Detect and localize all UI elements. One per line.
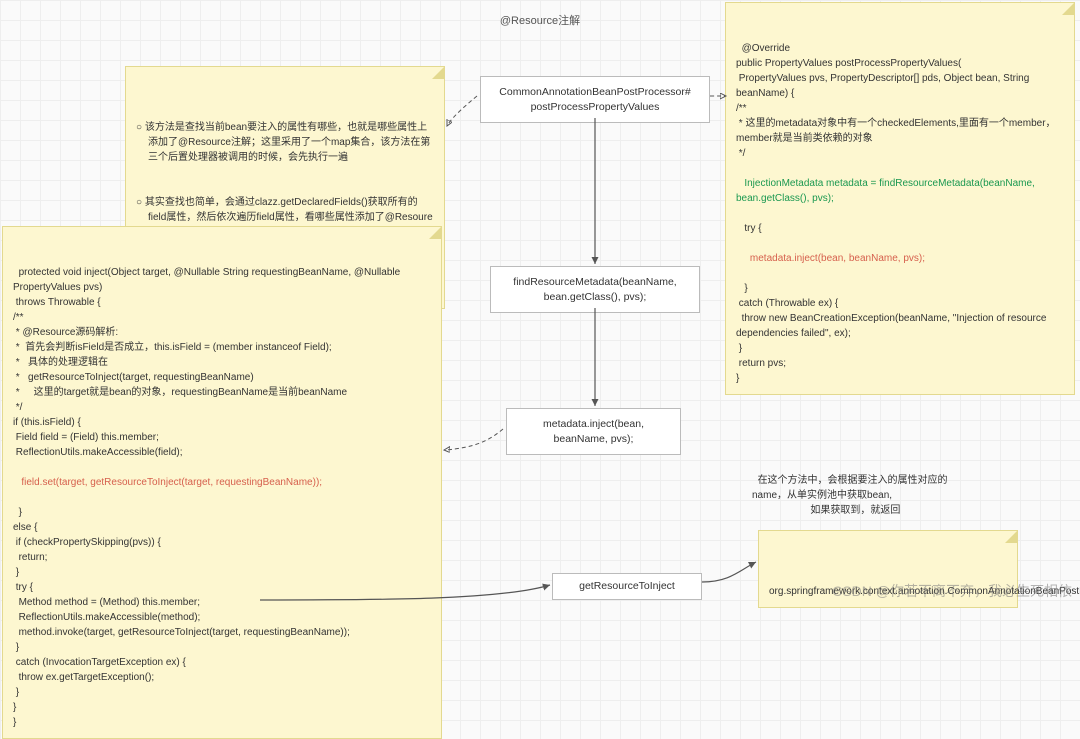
note-corner-icon — [1062, 3, 1074, 15]
node-postprocess: CommonAnnotationBeanPostProcessor# postP… — [480, 76, 710, 123]
node-label: metadata.inject(bean, beanName, pvs); — [543, 418, 644, 445]
node-findmetadata: findResourceMetadata(beanName, bean.getC… — [490, 266, 700, 313]
note-text-highlight: metadata.inject(bean, beanName, pvs); — [742, 253, 925, 264]
node-inject: metadata.inject(bean, beanName, pvs); — [506, 408, 681, 455]
note-right-mid: 在这个方法中，会根据要注入的属性对应的name，从单实例池中获取bean, 如果… — [742, 450, 987, 526]
note-text-highlight: InjectionMetadata metadata = findResourc… — [736, 178, 1038, 204]
node-getresource: getResourceToInject — [552, 573, 702, 600]
node-label: CommonAnnotationBeanPostProcessor# postP… — [499, 86, 690, 113]
note-corner-icon — [429, 227, 441, 239]
node-label: findResourceMetadata(beanName, bean.getC… — [513, 276, 676, 303]
node-label: getResourceToInject — [579, 580, 675, 592]
note-text: 在这个方法中，会根据要注入的属性对应的name，从单实例池中获取bean, 如果… — [752, 475, 948, 516]
watermark: CSDN @你若不离不弃，我必生死相依 — [832, 581, 1072, 601]
note-corner-icon — [1005, 531, 1017, 543]
note-text: } else { if (checkPropertySkipping(pvs))… — [13, 507, 350, 728]
note-line: ○ 该方法是查找当前bean要注入的属性有哪些，也就是哪些属性上添加了@Reso… — [136, 120, 434, 165]
diagram-title: @Resource注解 — [500, 12, 580, 28]
note-text-highlight: field.set(target, getResourceToInject(ta… — [19, 477, 323, 488]
note-right-top: @Override public PropertyValues postProc… — [725, 2, 1075, 395]
note-text: protected void inject(Object target, @Nu… — [13, 267, 403, 458]
note-text: } catch (Throwable ex) { throw new BeanC… — [736, 283, 1049, 384]
note-text: @Override public PropertyValues postProc… — [736, 43, 1056, 159]
note-left-mid: protected void inject(Object target, @Nu… — [2, 226, 442, 739]
note-corner-icon — [432, 67, 444, 79]
note-text: try { — [742, 223, 762, 234]
